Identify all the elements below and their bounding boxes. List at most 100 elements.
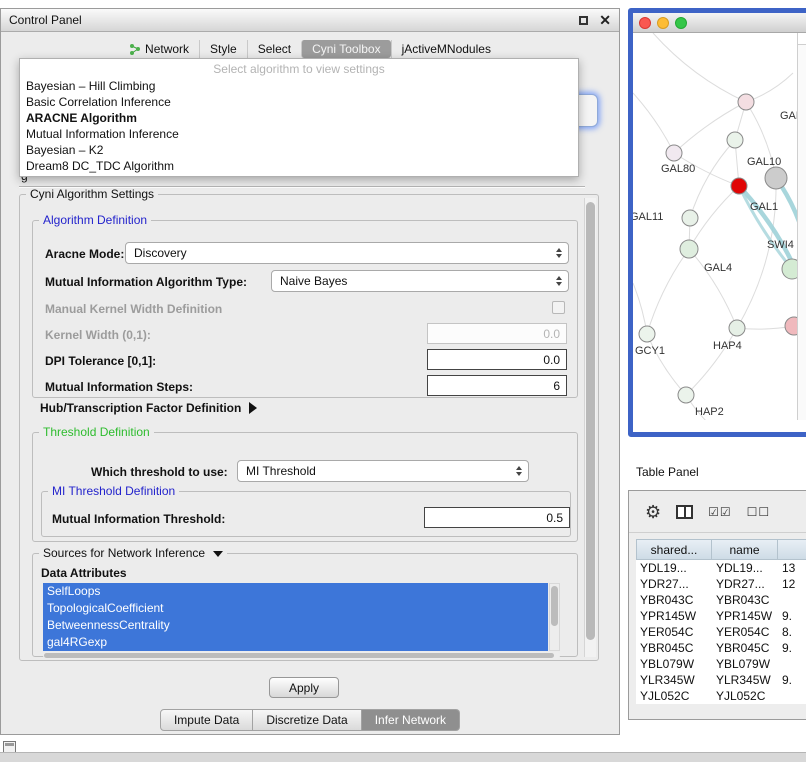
network-edge[interactable]: [686, 328, 737, 395]
table-cell: YJL052C: [636, 688, 712, 704]
network-edge[interactable]: [647, 334, 686, 395]
mi-algorithm-type-select[interactable]: Naive Bayes: [271, 270, 569, 292]
network-node[interactable]: [729, 320, 745, 336]
close-traffic-light-icon[interactable]: [639, 17, 651, 29]
table-row[interactable]: YBR045CYBR045C9.: [636, 640, 806, 656]
network-edge[interactable]: [739, 186, 792, 269]
algorithm-option-bayesian-hill-climbing[interactable]: Bayesian – Hill Climbing: [20, 78, 578, 94]
table-row[interactable]: YDL19...YDL19...13: [636, 560, 806, 576]
deselect-all-checkboxes-icon[interactable]: ☐☐: [747, 505, 771, 519]
tab-style[interactable]: Style: [199, 40, 247, 58]
network-canvas[interactable]: GALGAL80GAL10GAL11GAL1SWI4GAL4GCY1HAP4HA…: [633, 33, 806, 420]
tab-network[interactable]: Network: [119, 40, 199, 58]
algorithm-option-dream8-dc-tdc-algorithm[interactable]: Dream8 DC_TDC Algorithm: [20, 158, 578, 174]
attribute-item-selfloops[interactable]: SelfLoops: [43, 583, 548, 600]
data-attributes-list[interactable]: SelfLoopsTopologicalCoefficientBetweenne…: [43, 583, 548, 651]
network-graph: GALGAL80GAL10GAL11GAL1SWI4GAL4GCY1HAP4HA…: [633, 33, 806, 420]
network-node[interactable]: [765, 167, 787, 189]
aracne-mode-select[interactable]: Discovery: [125, 242, 569, 264]
table-cell: YBR045C: [712, 640, 778, 656]
network-edge[interactable]: [689, 249, 737, 328]
network-scrollbar-box[interactable]: [798, 33, 806, 45]
network-node[interactable]: [680, 240, 698, 258]
network-vscrollbar[interactable]: [797, 33, 806, 420]
settings-scrollbar[interactable]: [584, 198, 596, 657]
network-edge[interactable]: [690, 140, 735, 218]
network-node[interactable]: [678, 387, 694, 403]
which-threshold-select[interactable]: MI Threshold: [237, 460, 529, 482]
tab-cyni-toolbox[interactable]: Cyni Toolbox: [301, 40, 390, 58]
minimize-traffic-light-icon[interactable]: [657, 17, 669, 29]
apply-button[interactable]: Apply: [269, 677, 339, 698]
table-body: YDL19...YDL19...13YDR27...YDR27...12YBR0…: [636, 560, 806, 704]
table-row[interactable]: YBR043CYBR043C: [636, 592, 806, 608]
threshold-definition-title: Threshold Definition: [39, 425, 154, 439]
column-header-name[interactable]: name: [712, 539, 778, 560]
attribute-item-gal4rgexp[interactable]: gal4RGexp: [43, 634, 548, 651]
network-node[interactable]: [727, 132, 743, 148]
attribute-list-hscrollbar[interactable]: [43, 652, 560, 659]
dpi-tolerance-label: DPI Tolerance [0,1]:: [45, 354, 156, 368]
attribute-list-vscrollbar[interactable]: [549, 583, 560, 651]
table-columns-icon[interactable]: [676, 505, 693, 519]
network-window-titlebar[interactable]: [633, 13, 806, 33]
gear-icon[interactable]: ⚙: [645, 503, 661, 521]
algorithm-option-bayesian-k2[interactable]: Bayesian – K2: [20, 142, 578, 158]
column-header-2[interactable]: [778, 539, 806, 560]
bottom-status-strip: [0, 752, 806, 762]
network-edge[interactable]: [647, 249, 689, 334]
tab-label: Select: [258, 42, 291, 56]
select-all-checkboxes-icon[interactable]: ☑☑: [708, 505, 732, 519]
tab-jactivemnodules[interactable]: jActiveMNodules: [391, 40, 501, 58]
sources-group: Sources for Network Inference Data Attri…: [32, 553, 578, 657]
table-row[interactable]: YJL052CYJL052C: [636, 688, 806, 704]
node-label-gal4: GAL4: [704, 262, 732, 274]
network-view-window: GALGAL80GAL10GAL11GAL1SWI4GAL4GCY1HAP4HA…: [628, 8, 806, 437]
float-window-icon[interactable]: [579, 16, 588, 25]
dropdown-item-list: Bayesian – Hill ClimbingBasic Correlatio…: [20, 78, 578, 174]
tab-select[interactable]: Select: [247, 40, 301, 58]
control-panel-titlebar[interactable]: Control Panel ✕: [1, 9, 619, 32]
attribute-item-betweennesscentrality[interactable]: BetweennessCentrality: [43, 617, 548, 634]
network-node[interactable]: [682, 210, 698, 226]
network-node[interactable]: [731, 178, 747, 194]
algorithm-option-aracne-algorithm[interactable]: ARACNE Algorithm: [20, 110, 578, 126]
attribute-item-topologicalcoefficient[interactable]: TopologicalCoefficient: [43, 600, 548, 617]
table-row[interactable]: YDR27...YDR27...12: [636, 576, 806, 592]
hub-transcription-factor-section[interactable]: Hub/Transcription Factor Definition: [40, 401, 257, 415]
network-edge[interactable]: [633, 93, 674, 153]
settings-scrollbar-thumb[interactable]: [586, 202, 595, 640]
collapsed-arrow-icon[interactable]: [249, 402, 257, 414]
sources-group-title[interactable]: Sources for Network Inference: [39, 546, 227, 560]
expanded-arrow-icon[interactable]: [213, 551, 223, 557]
data-attributes-label: Data Attributes: [41, 566, 127, 580]
attribute-list-vscrollbar-thumb[interactable]: [551, 586, 558, 626]
table-row[interactable]: YER054CYER054C8.: [636, 624, 806, 640]
network-node[interactable]: [738, 94, 754, 110]
bottom-tab-impute-data[interactable]: Impute Data: [160, 709, 253, 731]
table-cell: YDR27...: [712, 576, 778, 592]
attribute-list-hscrollbar-thumb[interactable]: [44, 653, 554, 658]
network-edge[interactable]: [653, 33, 746, 102]
zoom-traffic-light-icon[interactable]: [675, 17, 687, 29]
kernel-width-field[interactable]: 0.0: [427, 323, 567, 344]
table-row[interactable]: YBL079WYBL079W: [636, 656, 806, 672]
network-node[interactable]: [639, 326, 655, 342]
algorithm-option-mutual-information-inference[interactable]: Mutual Information Inference: [20, 126, 578, 142]
bottom-tab-discretize-data[interactable]: Discretize Data: [253, 709, 361, 731]
node-label-gal10: GAL10: [747, 156, 781, 168]
manual-kernel-checkbox[interactable]: [552, 301, 565, 314]
bottom-tab-infer-network[interactable]: Infer Network: [362, 709, 460, 731]
dpi-tolerance-field[interactable]: 0.0: [427, 349, 567, 370]
mi-threshold-field[interactable]: 0.5: [424, 507, 570, 528]
settings-group-title: Cyni Algorithm Settings: [26, 187, 158, 201]
table-row[interactable]: YLR345WYLR345W9.: [636, 672, 806, 688]
column-header-shared[interactable]: shared...: [636, 539, 712, 560]
table-cell: YBR043C: [712, 592, 778, 608]
close-icon[interactable]: ✕: [599, 13, 611, 27]
network-node[interactable]: [666, 145, 682, 161]
algorithm-option-basic-correlation-inference[interactable]: Basic Correlation Inference: [20, 94, 578, 110]
table-row[interactable]: YPR145WYPR145W9.: [636, 608, 806, 624]
mi-threshold-definition-group: MI Threshold Definition Mutual Informati…: [41, 491, 571, 537]
mi-steps-field[interactable]: 6: [427, 375, 567, 396]
